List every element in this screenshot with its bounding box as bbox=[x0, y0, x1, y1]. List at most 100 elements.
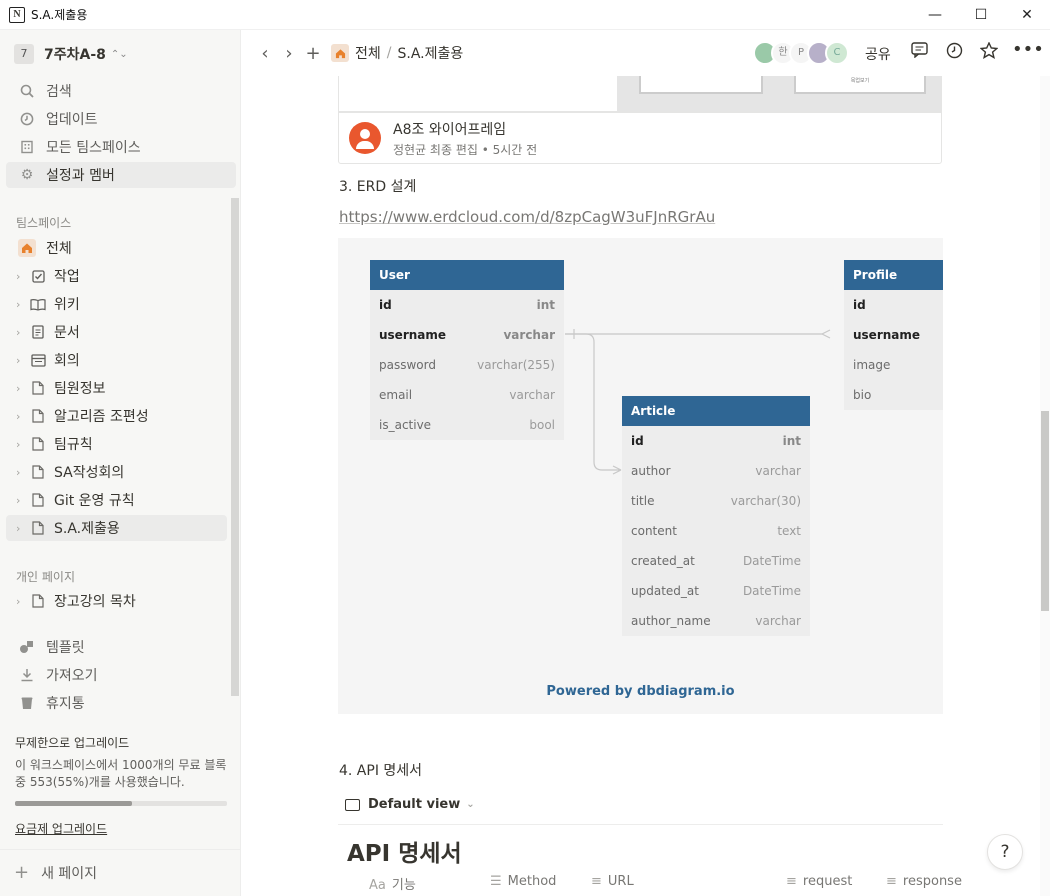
main-scrollbar[interactable] bbox=[1040, 76, 1050, 896]
sidebar-page-team-rules[interactable]: › 팀규칙 bbox=[6, 431, 236, 457]
erd-field-row: bio bbox=[844, 380, 943, 410]
figma-avatar-icon bbox=[349, 122, 381, 154]
field-type: varchar(30) bbox=[730, 494, 801, 508]
chevron-right-icon[interactable]: › bbox=[16, 466, 26, 479]
sidebar-item-label: 가져오기 bbox=[46, 668, 98, 684]
chevron-right-icon[interactable]: › bbox=[16, 595, 26, 608]
column-header[interactable]: ≡ request bbox=[786, 874, 852, 889]
sidebar-item-label: 알고리즘 조편성 bbox=[54, 409, 149, 425]
field-name: id bbox=[379, 298, 392, 312]
sidebar-item-import[interactable]: 가져오기 bbox=[6, 662, 236, 688]
field-name: content bbox=[631, 524, 677, 538]
workspace-switcher[interactable]: 7 7주차A-8 ⌃⌄ bbox=[8, 40, 128, 68]
sidebar-item-label: 작업 bbox=[54, 269, 80, 285]
sidebar-page-algorithm[interactable]: › 알고리즘 조편성 bbox=[6, 403, 236, 429]
checkbox-icon bbox=[30, 268, 46, 284]
sidebar-item-label: 회의 bbox=[54, 353, 80, 369]
chevron-right-icon[interactable]: › bbox=[16, 326, 26, 339]
maximize-button[interactable]: ☐ bbox=[958, 0, 1004, 30]
back-arrow-icon[interactable]: ‹ bbox=[253, 43, 277, 64]
download-icon bbox=[18, 666, 36, 684]
comment-icon[interactable] bbox=[908, 42, 930, 62]
text-property-icon: ≡ bbox=[591, 874, 602, 889]
field-name: updated_at bbox=[631, 584, 699, 598]
window-title: S.A.제출용 bbox=[31, 8, 88, 22]
field-name: title bbox=[631, 494, 655, 508]
erd-table-header: Profile bbox=[844, 260, 943, 290]
sidebar-scrollbar[interactable] bbox=[231, 198, 239, 696]
column-header[interactable]: ≡ response bbox=[886, 874, 962, 889]
column-header[interactable]: Aa 기능 bbox=[369, 874, 416, 893]
forward-arrow-icon[interactable]: › bbox=[277, 43, 301, 64]
erd-link[interactable]: https://www.erdcloud.com/d/8zpCagW3uFJnR… bbox=[339, 208, 715, 226]
page-icon bbox=[30, 593, 46, 609]
teamspace-header: 팀스페이스 bbox=[16, 216, 72, 230]
field-name: image bbox=[853, 358, 891, 372]
gear-icon: ⚙ bbox=[20, 167, 34, 183]
erd-table-user[interactable]: User id int username varchar password varch… bbox=[370, 260, 564, 440]
collaborator-avatars[interactable]: 한 P C bbox=[753, 41, 849, 65]
database-view-tab[interactable]: Default view ⌄ bbox=[345, 797, 475, 812]
divider bbox=[338, 824, 943, 825]
history-icon[interactable] bbox=[943, 42, 965, 63]
upgrade-plan-link[interactable]: 요금제 업그레이드 bbox=[15, 820, 230, 837]
erd-diagram[interactable]: User id int username varchar password varch… bbox=[338, 238, 943, 714]
minimize-button[interactable]: — bbox=[912, 0, 958, 30]
avatar: C bbox=[825, 41, 849, 65]
sidebar-item-teamspace-root[interactable]: 전체 bbox=[6, 235, 236, 261]
breadcrumb-root[interactable]: 전체 bbox=[355, 43, 381, 63]
help-button[interactable]: ? bbox=[987, 834, 1023, 870]
page-icon bbox=[30, 436, 46, 452]
chevron-right-icon[interactable]: › bbox=[16, 410, 26, 423]
erd-table-header: Article bbox=[622, 396, 810, 426]
sidebar-page-wiki[interactable]: › 위키 bbox=[6, 291, 236, 317]
chevron-right-icon[interactable]: › bbox=[16, 438, 26, 451]
usage-progress-fill bbox=[15, 801, 133, 806]
new-page-label: 새 페이지 bbox=[41, 865, 98, 882]
sidebar-page-meetings[interactable]: › 회의 bbox=[6, 347, 236, 373]
erd-table-profile[interactable]: Profile id username image bio bbox=[844, 260, 943, 410]
chevron-right-icon[interactable]: › bbox=[16, 382, 26, 395]
add-icon[interactable]: + bbox=[301, 43, 325, 64]
upgrade-description: 이 워크스페이스에서 1000개의 무료 블록 중 553(55%)개를 사용했… bbox=[15, 758, 227, 789]
column-header[interactable]: ☰ Method bbox=[490, 874, 556, 889]
sidebar-page-git-rules[interactable]: › Git 운영 규칙 bbox=[6, 487, 236, 513]
more-icon[interactable]: ••• bbox=[1012, 39, 1044, 60]
sidebar-item-label: 전체 bbox=[46, 241, 72, 257]
column-label: request bbox=[802, 874, 853, 889]
figma-embed-preview[interactable]: 목업보기 bbox=[338, 76, 942, 112]
sidebar: 7 7주차A-8 ⌃⌄ 검색 업데이트 모든 팀스페이스 ⚙ 설정과 멤버 팀스… bbox=[0, 30, 241, 896]
trash-icon bbox=[18, 694, 36, 712]
chevron-right-icon[interactable]: › bbox=[16, 354, 26, 367]
sidebar-item-updates[interactable]: 업데이트 bbox=[6, 106, 236, 132]
chevron-right-icon[interactable]: › bbox=[16, 298, 26, 311]
sidebar-page-member-info[interactable]: › 팀원정보 bbox=[6, 375, 236, 401]
field-type: varchar bbox=[509, 388, 555, 402]
new-page-button[interactable]: + 새 페이지 bbox=[0, 849, 240, 895]
scrollbar-thumb[interactable] bbox=[1041, 411, 1049, 611]
chevron-right-icon[interactable]: › bbox=[16, 494, 26, 507]
powered-by-label[interactable]: Powered by dbdiagram.io bbox=[338, 684, 943, 699]
field-name: id bbox=[631, 434, 644, 448]
breadcrumb-current[interactable]: S.A.제출용 bbox=[397, 43, 463, 63]
chevron-right-icon[interactable]: › bbox=[16, 270, 26, 283]
sidebar-page-django-toc[interactable]: › 장고강의 목차 bbox=[6, 588, 236, 614]
sidebar-item-templates[interactable]: 템플릿 bbox=[6, 634, 236, 660]
sidebar-item-all-teamspaces[interactable]: 모든 팀스페이스 bbox=[6, 134, 236, 160]
chevron-right-icon[interactable]: › bbox=[16, 522, 26, 535]
sidebar-page-sa-meeting[interactable]: › SA작성회의 bbox=[6, 459, 236, 485]
column-header[interactable]: ≡ URL bbox=[591, 874, 634, 889]
sidebar-page-docs[interactable]: › 문서 bbox=[6, 319, 236, 345]
star-icon[interactable] bbox=[978, 41, 1000, 63]
sidebar-item-search[interactable]: 검색 bbox=[6, 78, 236, 104]
section-heading: 3. ERD 설계 bbox=[339, 179, 417, 195]
sidebar-item-trash[interactable]: 휴지통 bbox=[6, 690, 236, 716]
close-button[interactable]: ✕ bbox=[1004, 0, 1050, 30]
sidebar-item-settings[interactable]: ⚙ 설정과 멤버 bbox=[6, 162, 236, 188]
figma-bookmark[interactable]: A8조 와이어프레임 정현균 최종 편집 • 5시간 전 bbox=[338, 112, 942, 164]
sidebar-page-tasks[interactable]: › 작업 bbox=[6, 263, 236, 289]
database-title[interactable]: API 명세서 bbox=[347, 834, 462, 868]
erd-table-article[interactable]: Article id int author varchar title varchar… bbox=[622, 396, 810, 636]
sidebar-page-sa-submit[interactable]: › S.A.제출용 bbox=[6, 515, 227, 541]
share-button[interactable]: 공유 bbox=[865, 44, 891, 64]
